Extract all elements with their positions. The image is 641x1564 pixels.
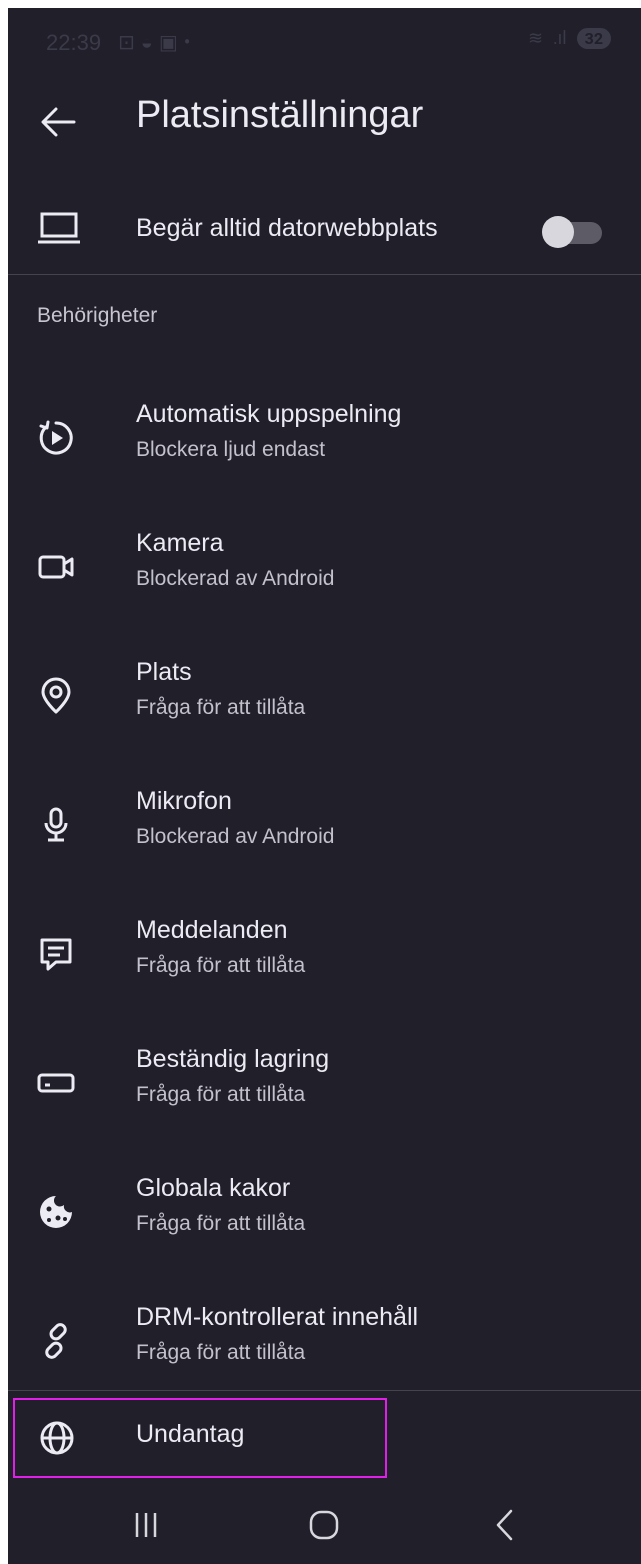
home-icon[interactable]: [294, 1500, 354, 1550]
screenshot-icon: ⊡: [118, 30, 135, 54]
camera-icon: [36, 547, 76, 587]
back-nav-icon[interactable]: [474, 1500, 534, 1550]
dot-icon: •: [183, 30, 191, 54]
laptop-icon: [36, 208, 82, 248]
wifi-icon: ≋: [527, 28, 544, 49]
status-notification-icons: ⊡ ◒ ▣ •: [118, 30, 191, 55]
permission-row-camera[interactable]: Kamera Blockerad av Android: [8, 513, 641, 623]
permission-row-cookies[interactable]: Globala kakor Fråga för att tillåta: [8, 1158, 641, 1268]
permission-row-microphone[interactable]: Mikrofon Blockerad av Android: [8, 771, 641, 881]
permission-row-location[interactable]: Plats Fråga för att tillåta: [8, 642, 641, 752]
permission-title: Automatisk uppspelning: [136, 400, 402, 428]
signal-icon: .ıl: [553, 28, 567, 49]
navigation-bar: [8, 1486, 641, 1564]
permissions-section-header: Behörigheter: [37, 304, 158, 327]
autoplay-icon: [36, 418, 76, 458]
drm-icon: [36, 1321, 76, 1361]
recent-apps-icon[interactable]: [116, 1500, 176, 1550]
back-arrow-icon[interactable]: [36, 100, 80, 144]
permission-status: Blockerad av Android: [136, 567, 335, 590]
permission-title: Globala kakor: [136, 1174, 291, 1202]
permission-status: Fråga för att tillåta: [136, 1212, 306, 1235]
permission-status: Blockera ljud endast: [136, 438, 326, 461]
permission-row-storage[interactable]: Beständig lagring Fråga för att tillåta: [8, 1029, 641, 1139]
microphone-icon: [36, 805, 76, 845]
permission-status: Fråga för att tillåta: [136, 1341, 306, 1364]
location-icon: [36, 676, 76, 716]
globe-icon: [37, 1418, 77, 1458]
permission-title: Plats: [136, 658, 192, 686]
permission-status: Fråga för att tillåta: [136, 696, 306, 719]
permission-title: Beständig lagring: [136, 1045, 330, 1073]
battery-indicator: 32: [576, 28, 611, 49]
permission-title: Mikrofon: [136, 787, 232, 815]
desktop-site-toggle[interactable]: [542, 216, 602, 248]
desktop-site-label: Begär alltid datorwebbplats: [136, 214, 438, 242]
exceptions-row[interactable]: Undantag: [13, 1398, 387, 1478]
permission-status: Blockerad av Android: [136, 825, 335, 848]
cookie-icon: [36, 1192, 76, 1232]
screen: 22:39 ⊡ ◒ ▣ • ≋ .ıl 32 Platsinställninga…: [8, 8, 641, 1564]
status-bar: 22:39 ⊡ ◒ ▣ • ≋ .ıl 32: [8, 8, 641, 80]
permission-status: Fråga för att tillåta: [136, 954, 306, 977]
exceptions-label: Undantag: [136, 1420, 245, 1448]
desktop-site-row[interactable]: Begär alltid datorwebbplats: [8, 186, 641, 272]
divider: [8, 274, 641, 275]
permission-title: Meddelanden: [136, 916, 288, 944]
status-time: 22:39: [46, 30, 102, 55]
toggle-thumb: [542, 216, 574, 248]
storage-icon: [36, 1063, 76, 1103]
notification-icon: [36, 934, 76, 974]
divider: [8, 1390, 641, 1391]
permission-title: DRM-kontrollerat innehåll: [136, 1303, 419, 1331]
app-bar: Platsinställningar: [8, 80, 641, 170]
device-icon: ▣: [158, 30, 178, 54]
permission-row-notifications[interactable]: Meddelanden Fråga för att tillåta: [8, 900, 641, 1010]
page-title: Platsinställningar: [136, 94, 424, 136]
permission-row-autoplay[interactable]: Automatisk uppspelning Blockera ljud end…: [8, 384, 641, 494]
permission-status: Fråga för att tillåta: [136, 1083, 306, 1106]
permission-title: Kamera: [136, 529, 224, 557]
permission-row-drm[interactable]: DRM-kontrollerat innehåll Fråga för att …: [8, 1287, 641, 1397]
vpn-icon: ◒: [140, 30, 153, 54]
status-system-icons: ≋ .ıl 32: [528, 28, 611, 49]
